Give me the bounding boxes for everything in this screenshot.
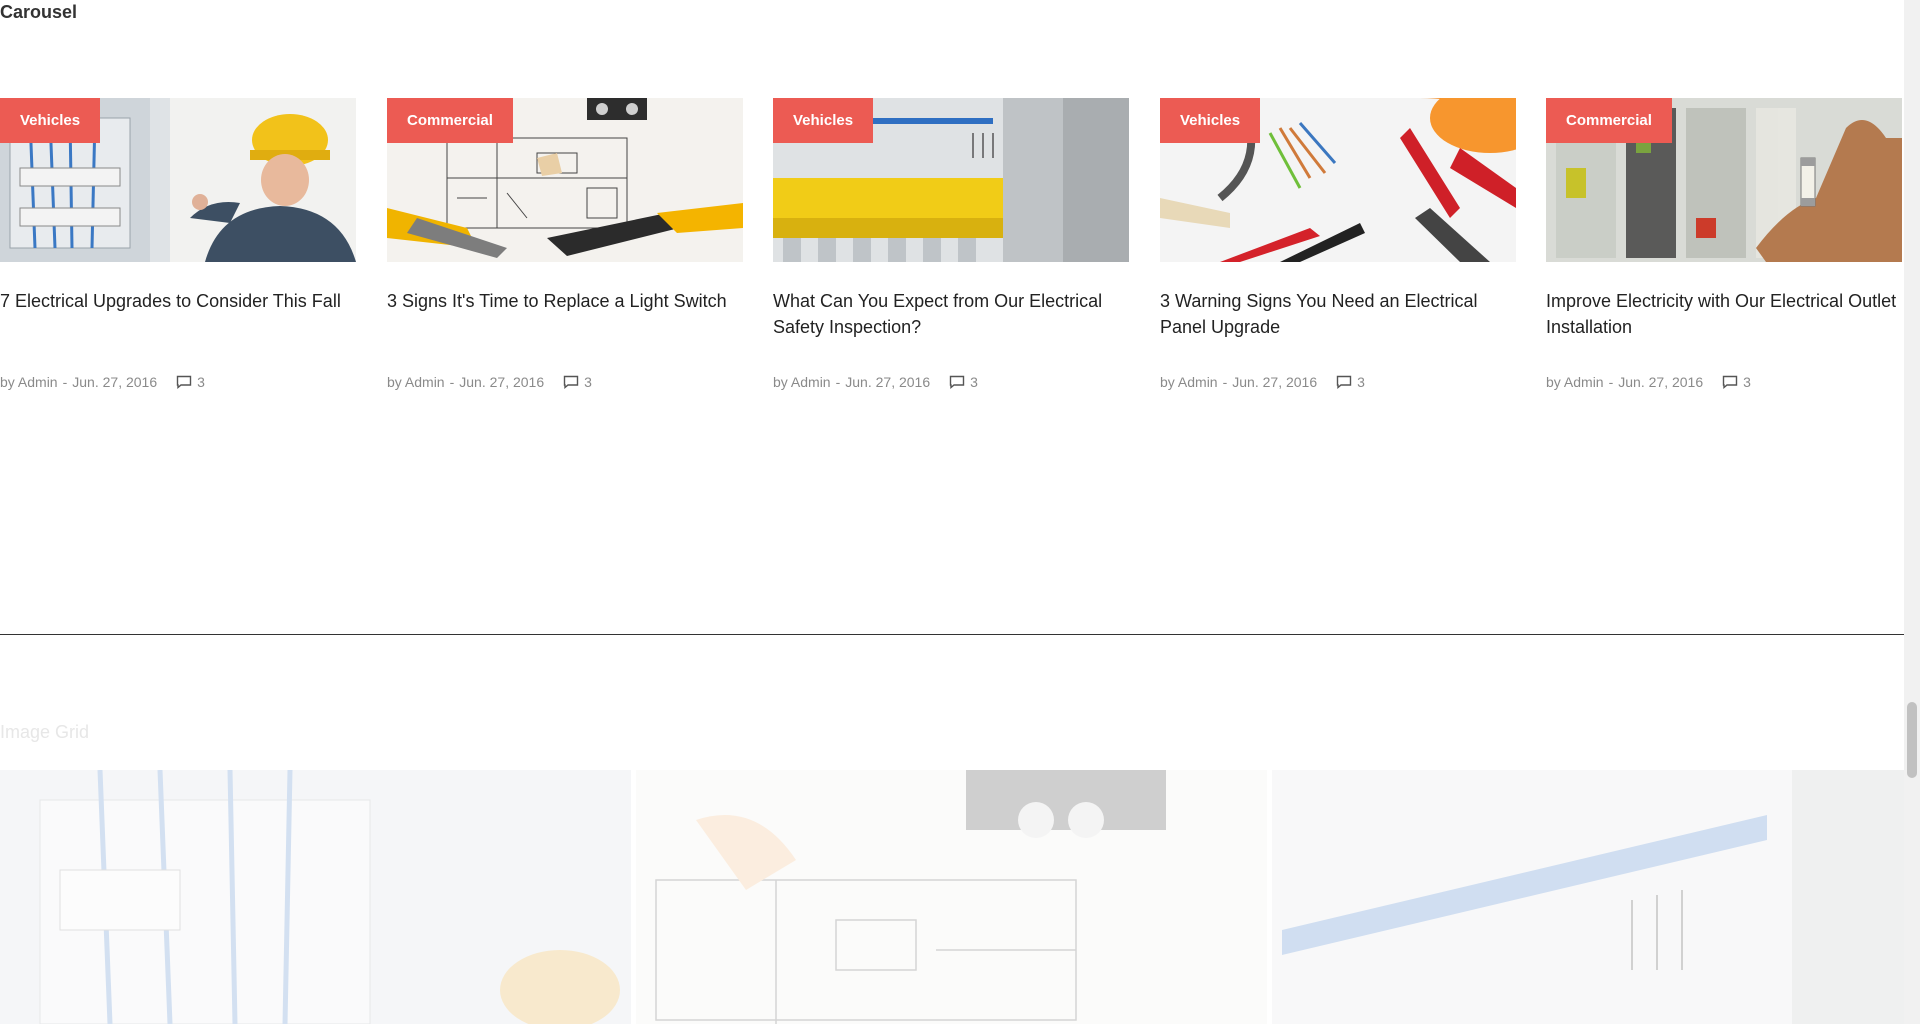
image-grid-section-title: Image Grid <box>0 722 90 742</box>
comments-link[interactable]: 3 <box>1722 374 1751 390</box>
comment-count: 3 <box>1743 374 1751 390</box>
post-date: Jun. 27, 2016 <box>459 374 545 390</box>
author-link[interactable]: by Admin <box>387 374 445 390</box>
card-title[interactable]: 7 Electrical Upgrades to Consider This F… <box>0 288 356 340</box>
carousel-card[interactable]: Vehicles 7 Electrical Upgrades to Consid… <box>0 98 356 390</box>
post-date: Jun. 27, 2016 <box>845 374 931 390</box>
electrician-panel-image <box>0 770 631 1024</box>
comment-count: 3 <box>197 374 205 390</box>
card-image[interactable]: Commercial <box>1546 98 1902 262</box>
author-link[interactable]: by Admin <box>1160 374 1218 390</box>
author-link[interactable]: by Admin <box>0 374 58 390</box>
comment-icon <box>949 375 965 389</box>
card-title[interactable]: Improve Electricity with Our Electrical … <box>1546 288 1902 340</box>
meta-separator: - <box>449 374 455 390</box>
card-meta: by Admin - Jun. 27, 2016 3 <box>1160 374 1516 390</box>
carousel-card[interactable]: Vehicles 3 Warning Signs You Need an Ele… <box>1160 98 1516 390</box>
circuit-breakers-image <box>1272 770 1904 1024</box>
meta-separator: - <box>1222 374 1228 390</box>
scrollbar-thumb[interactable] <box>1907 702 1917 778</box>
card-meta: by Admin - Jun. 27, 2016 3 <box>773 374 1129 390</box>
comment-icon <box>563 375 579 389</box>
meta-separator: - <box>835 374 841 390</box>
grid-image-electrician[interactable] <box>0 770 631 1024</box>
section-divider <box>0 634 1904 635</box>
category-badge[interactable]: Commercial <box>1546 98 1672 143</box>
page: Carousel Vehicles 7 Electrical Upgrades … <box>0 0 1920 1024</box>
comments-link[interactable]: 3 <box>949 374 978 390</box>
carousel[interactable]: Vehicles 7 Electrical Upgrades to Consid… <box>0 98 1904 418</box>
grid-image-breakers[interactable] <box>1272 770 1904 1024</box>
comment-icon <box>1336 375 1352 389</box>
card-image[interactable]: Vehicles <box>1160 98 1516 262</box>
carousel-card[interactable]: Commercial 3 Signs It's Time to Replace … <box>387 98 743 390</box>
author-link[interactable]: by Admin <box>1546 374 1604 390</box>
card-meta: by Admin - Jun. 27, 2016 3 <box>0 374 356 390</box>
card-image[interactable]: Vehicles <box>773 98 1129 262</box>
comments-link[interactable]: 3 <box>176 374 205 390</box>
carousel-section-title: Carousel <box>0 2 78 22</box>
comment-count: 3 <box>584 374 592 390</box>
author-link[interactable]: by Admin <box>773 374 831 390</box>
category-badge[interactable]: Vehicles <box>0 98 101 143</box>
comment-icon <box>176 375 192 389</box>
comments-link[interactable]: 3 <box>563 374 592 390</box>
meta-separator: - <box>1608 374 1614 390</box>
comments-link[interactable]: 3 <box>1336 374 1365 390</box>
card-title[interactable]: 3 Warning Signs You Need an Electrical P… <box>1160 288 1516 340</box>
comment-icon <box>1722 375 1738 389</box>
page-scrollbar[interactable] <box>1904 0 1920 1024</box>
grid-image-blueprint[interactable] <box>636 770 1267 1024</box>
blueprint-tools-image <box>636 770 1267 1024</box>
card-image[interactable]: Commercial <box>387 98 743 262</box>
category-badge[interactable]: Vehicles <box>773 98 874 143</box>
post-date: Jun. 27, 2016 <box>1618 374 1704 390</box>
card-title[interactable]: 3 Signs It's Time to Replace a Light Swi… <box>387 288 743 340</box>
card-title[interactable]: What Can You Expect from Our Electrical … <box>773 288 1129 340</box>
carousel-card[interactable]: Vehicles What Can You Expect from Our El… <box>773 98 1129 390</box>
main-content: Carousel Vehicles 7 Electrical Upgrades … <box>0 0 1904 1024</box>
card-meta: by Admin - Jun. 27, 2016 3 <box>1546 374 1902 390</box>
post-date: Jun. 27, 2016 <box>72 374 158 390</box>
comment-count: 3 <box>1357 374 1365 390</box>
comment-count: 3 <box>970 374 978 390</box>
card-meta: by Admin - Jun. 27, 2016 3 <box>387 374 743 390</box>
image-grid <box>0 770 1904 1024</box>
category-badge[interactable]: Vehicles <box>1160 98 1261 143</box>
card-image[interactable]: Vehicles <box>0 98 356 262</box>
carousel-card[interactable]: Commercial Improve Electricity with Our … <box>1546 98 1902 390</box>
post-date: Jun. 27, 2016 <box>1232 374 1318 390</box>
category-badge[interactable]: Commercial <box>387 98 513 143</box>
meta-separator: - <box>62 374 68 390</box>
